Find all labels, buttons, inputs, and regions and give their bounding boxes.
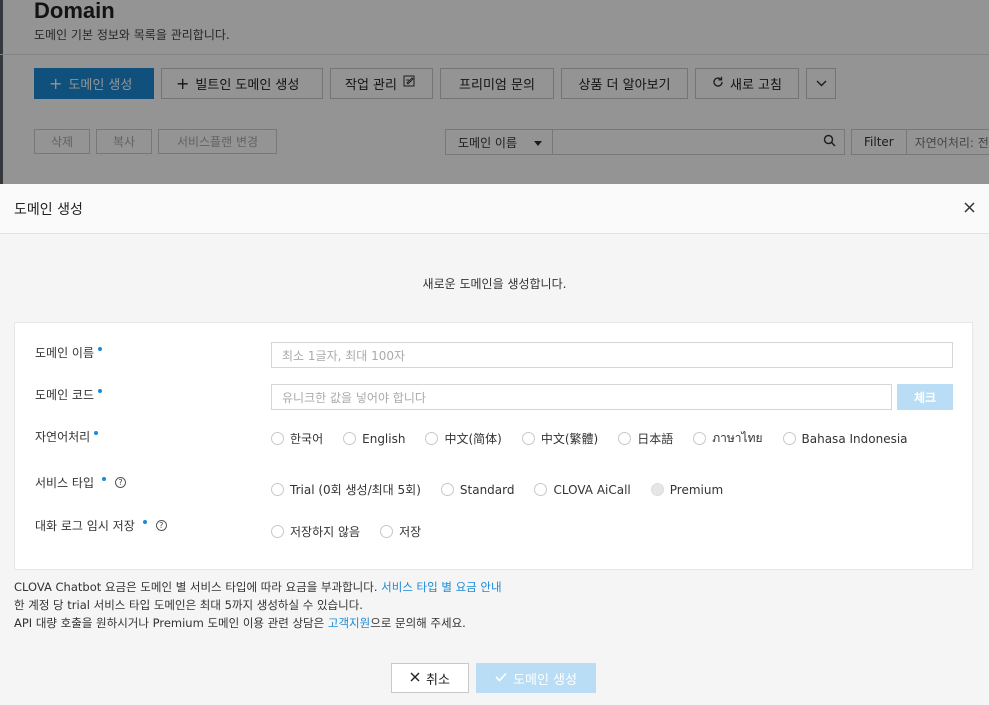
domain-code-label: 도메인 코드 (35, 386, 103, 403)
nlp-option-japanese[interactable]: 日本語 (618, 430, 673, 447)
radio-circle[interactable] (534, 483, 548, 496)
nlp-option-label: ภาษาไทย (712, 431, 763, 445)
help-icon[interactable]: ? (115, 477, 127, 488)
nlp-option-label: 한국어 (290, 432, 324, 446)
domain-form: 도메인 이름 최소 1글자, 최대 100자 도메인 코드 유니크한 값을 넣어… (14, 322, 973, 570)
service-type-premium[interactable]: Premium (650, 482, 724, 497)
customer-support-link[interactable]: 고객지원 (328, 616, 370, 630)
service-type-trial[interactable]: Trial (0회 생성/최대 5회) (271, 481, 421, 498)
nlp-option-label: English (362, 431, 406, 446)
required-dot (142, 520, 147, 524)
radio-circle[interactable] (380, 525, 394, 538)
modal-title: 도메인 생성 (14, 202, 83, 218)
service-type-clova-aicall[interactable]: CLOVA AiCall (534, 482, 631, 497)
create-domain-label: 도메인 생성 (513, 672, 577, 688)
domain-name-label: 도메인 이름 (35, 344, 103, 361)
domain-code-input[interactable]: 유니크한 값을 넣어야 합니다 (271, 384, 892, 410)
chat-log-radio-group: 저장하지 않음 저장 (271, 523, 421, 540)
check-icon (495, 671, 507, 686)
nlp-option-indonesian[interactable]: Bahasa Indonesia (782, 431, 908, 446)
trial-limit-info: 한 계정 당 trial 서비스 타입 도메인은 최대 5까지 생성하실 수 있… (14, 598, 363, 612)
modal-footer: 취소 도메인 생성 (391, 663, 596, 693)
nlp-label-text: 자연어처리 (35, 430, 91, 444)
radio-circle[interactable] (782, 432, 796, 445)
chat-log-no-save[interactable]: 저장하지 않음 (271, 523, 360, 540)
radio-circle[interactable] (618, 432, 632, 445)
service-type-option-label: CLOVA AiCall (553, 482, 631, 497)
service-type-standard[interactable]: Standard (440, 482, 515, 497)
cancel-label: 취소 (426, 672, 450, 688)
support-info: API 대량 호출을 원하시거나 Premium 도메인 이용 관련 상담은 고… (14, 615, 466, 631)
domain-name-label-text: 도메인 이름 (35, 346, 95, 360)
required-dot (102, 477, 107, 481)
domain-name-input[interactable]: 최소 1글자, 최대 100자 (271, 342, 953, 368)
cancel-button[interactable]: 취소 (391, 663, 469, 693)
domain-code-label-text: 도메인 코드 (35, 388, 95, 402)
radio-circle[interactable] (271, 432, 284, 445)
nlp-option-label: 日本語 (637, 432, 674, 446)
radio-circle[interactable] (440, 483, 454, 496)
check-button[interactable]: 체크 (897, 384, 953, 410)
required-dot (98, 347, 103, 351)
modal-header: 도메인 생성 (0, 184, 989, 234)
create-domain-submit-button[interactable]: 도메인 생성 (476, 663, 596, 693)
service-type-radio-group: Trial (0회 생성/최대 5회) Standard CLOVA AiCal… (271, 481, 723, 498)
modal-intro: 새로운 도메인을 생성합니다. (422, 277, 567, 291)
radio-circle[interactable] (271, 525, 284, 538)
nlp-radio-group: 한국어 English 中文(简体) 中文(繁體) 日本語 ภาษาไทย Ba… (271, 429, 908, 448)
modal-backdrop (0, 0, 989, 184)
nlp-option-label: 中文(繁體) (540, 432, 599, 446)
radio-circle[interactable] (271, 483, 284, 496)
help-icon[interactable]: ? (155, 520, 167, 531)
pricing-info: CLOVA Chatbot 요금은 도메인 별 서비스 타입에 따라 요금을 부… (14, 579, 502, 595)
nlp-option-english[interactable]: English (343, 432, 405, 446)
service-type-option-label: Trial (0회 생성/최대 5회) (290, 483, 421, 497)
chat-log-option-label: 저장 (399, 525, 422, 539)
radio-circle[interactable] (693, 432, 707, 445)
support-info-text: API 대량 호출을 원하시거나 Premium 도메인 이용 관련 상담은 (14, 616, 328, 630)
chat-log-label: 대화 로그 임시 저장? (35, 517, 167, 534)
pricing-info-text: CLOVA Chatbot 요금은 도메인 별 서비스 타입에 따라 요금을 부… (14, 580, 382, 594)
chat-log-option-label: 저장하지 않음 (290, 525, 361, 539)
support-info-text-end: 으로 문의해 주세요. (370, 616, 466, 630)
chat-log-save[interactable]: 저장 (380, 523, 421, 540)
radio-circle[interactable] (343, 432, 357, 445)
radio-circle[interactable] (650, 483, 664, 496)
nlp-option-korean[interactable]: 한국어 (271, 430, 323, 447)
required-dot (94, 431, 99, 435)
nlp-option-chinese-traditional[interactable]: 中文(繁體) (521, 430, 599, 447)
nlp-option-label: 中文(简体) (444, 432, 502, 446)
nlp-option-chinese-simplified[interactable]: 中文(简体) (425, 430, 502, 447)
required-dot (98, 389, 103, 393)
service-type-label-text: 서비스 타입 (35, 476, 95, 490)
service-type-option-label: Premium (669, 482, 724, 497)
radio-circle[interactable] (425, 432, 439, 445)
domain-code-placeholder: 유니크한 값을 넣어야 합니다 (282, 390, 426, 405)
chat-log-label-text: 대화 로그 임시 저장 (35, 519, 135, 533)
radio-circle[interactable] (521, 432, 535, 445)
pricing-guide-link[interactable]: 서비스 타입 별 요금 안내 (381, 580, 501, 594)
service-type-option-label: Standard (459, 482, 515, 497)
create-domain-modal: 도메인 생성 새로운 도메인을 생성합니다. 도메인 이름 최소 1글자, 최대… (0, 184, 989, 705)
nlp-label: 자연어처리 (35, 428, 99, 445)
domain-name-placeholder: 최소 1글자, 최대 100자 (282, 348, 406, 363)
service-type-label: 서비스 타입? (35, 474, 127, 491)
nlp-option-label: Bahasa Indonesia (801, 431, 908, 446)
close-icon (410, 671, 420, 686)
close-icon[interactable] (964, 200, 975, 216)
nlp-option-thai[interactable]: ภาษาไทย (693, 429, 763, 448)
